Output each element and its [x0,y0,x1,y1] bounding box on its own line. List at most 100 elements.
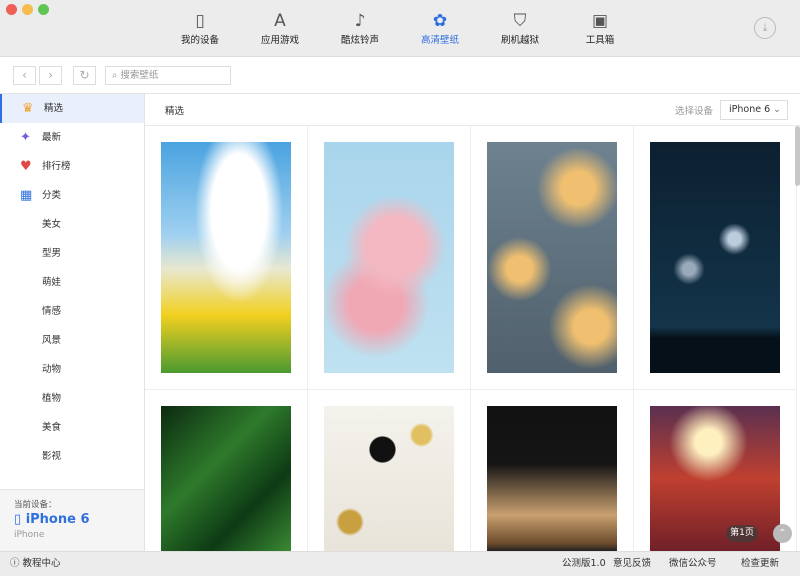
label: 最新 [42,132,62,143]
sidebar-item-emotion[interactable]: 情感 [0,297,144,326]
sidebar-item-men[interactable]: 型男 [0,239,144,268]
search-placeholder: 搜索壁纸 [120,70,159,81]
tab-label: 酷炫铃声 [340,35,379,46]
device-select[interactable]: iPhone 6 ⌄ [720,100,788,120]
wallpaper-thumbnail-captain-marvel[interactable] [650,406,780,551]
sidebar-item-food[interactable]: 美食 [0,413,144,442]
sidebar-item-plants[interactable]: 植物 [0,384,144,413]
label: 影视 [42,451,62,462]
sidebar-item-latest[interactable]: ✦ 最新 [0,123,144,152]
wallpaper-thumbnail-fireworks-night[interactable] [650,142,780,373]
wallpaper-thumbnail-louvre-night[interactable] [487,406,617,551]
search-input[interactable]: ⌕ 搜索壁纸 [105,66,231,85]
wallpaper-grid [145,126,797,551]
toolbox-icon: ▣ [591,11,609,31]
wallpaper-thumbnail-light-bulbs[interactable] [487,142,617,373]
wallpaper-cell[interactable] [471,126,634,390]
phone-icon: ▯ [14,512,26,527]
sidebar-item-kids[interactable]: 萌娃 [0,268,144,297]
help-label: 教程中心 [22,558,61,569]
nav-bar: ‹ › ↻ ⌕ 搜索壁纸 [0,57,800,94]
chevron-up-icon: ⌃ [778,528,787,539]
footer: ⓘ 教程中心 公测版1.0 意见反馈 微信公众号 检查更新 [0,551,800,576]
tab-apps[interactable]: A 应用游戏 [245,10,315,46]
wallpaper-cell[interactable] [634,126,797,390]
wallpaper-cell[interactable] [145,126,308,390]
label: 风景 [42,335,62,346]
page-badge: 第1页 [726,525,758,542]
wallpaper-cell[interactable] [471,390,634,551]
label: 美食 [42,422,62,433]
label: 分类 [42,190,62,201]
label: 萌娃 [42,277,62,288]
download-icon: ⤓ [762,21,768,34]
question-icon: ⓘ [10,558,23,569]
scroll-top-button[interactable]: ⌃ [773,524,792,543]
section-title: 精选 [165,106,185,117]
phone-icon: ▯ [195,11,205,31]
current-device: 当前设备： ▯ iPhone 6 iPhone [0,489,144,551]
main-content: 精选 选择设备 iPhone 6 ⌄ 第1页 ⌃ [145,94,800,551]
device-label: 当前设备： [14,500,57,510]
magic-wand-icon: ✦ [20,130,31,145]
wallpaper-cell[interactable] [634,390,797,551]
sidebar-item-movies[interactable]: 影视 [0,442,144,471]
tab-label: 刷机越狱 [500,35,539,46]
wallpaper-cell[interactable] [308,390,471,551]
sidebar-item-beauty[interactable]: 美女 [0,210,144,239]
wallpaper-thumbnail-girl-sunflowers[interactable] [161,142,291,373]
wallpaper-thumbnail-gold-desk[interactable] [324,406,454,551]
tab-wallpapers[interactable]: ✿ 高清壁纸 [405,10,475,46]
wallpaper-thumbnail-green-leaves[interactable] [161,406,291,551]
refresh-button[interactable]: ↻ [73,66,96,85]
device-select-value: iPhone 6 [729,104,771,115]
label: 情感 [42,306,62,317]
music-note-icon: ♪ [354,11,366,31]
content-header: 精选 选择设备 iPhone 6 ⌄ [145,94,800,126]
app-store-icon: A [274,11,286,31]
download-button[interactable]: ⤓ [754,17,776,39]
title-bar: ▯ 我的设备 A 应用游戏 ♪ 酷炫铃声 ✿ 高清壁纸 ⛉ 刷机越狱 ▣ 工具箱 ⤓ [0,0,800,57]
label: 精选 [44,103,64,114]
tab-my-device[interactable]: ▯ 我的设备 [165,10,235,46]
flower-icon: ✿ [432,11,448,31]
device-select-label: 选择设备 [675,106,714,117]
wallpaper-cell[interactable] [308,126,471,390]
minimize-button[interactable] [22,4,33,15]
version-label: 公测版1.0 [562,558,606,569]
chevron-down-icon: ⌄ [773,104,781,115]
label: 排行榜 [42,161,71,172]
tab-ringtones[interactable]: ♪ 酷炫铃声 [325,10,395,46]
sidebar-item-scenery[interactable]: 风景 [0,326,144,355]
zoom-button[interactable] [38,4,49,15]
scrollbar[interactable] [795,126,800,186]
sidebar-item-featured[interactable]: ♛ 精选 [0,94,144,123]
close-button[interactable] [6,4,17,15]
help-link[interactable]: ⓘ 教程中心 [10,552,61,576]
device-name: iPhone 6 [25,512,90,527]
tab-toolbox[interactable]: ▣ 工具箱 [565,10,635,46]
feedback-link[interactable]: 意见反馈 [613,552,651,576]
tab-label: 我的设备 [180,35,219,46]
wallpaper-thumbnail-pink-blossoms[interactable] [324,142,454,373]
sidebar-item-category[interactable]: ▦ 分类 [0,181,144,210]
label: 型男 [42,248,62,259]
tab-label: 工具箱 [585,35,615,46]
grid-icon: ▦ [20,188,33,203]
forward-button[interactable]: › [39,66,62,85]
wechat-link[interactable]: 微信公众号 [669,552,717,576]
label: 植物 [42,393,62,404]
wallpaper-cell[interactable] [145,390,308,551]
label: 美女 [42,219,62,230]
label: 动物 [42,364,62,375]
tab-jailbreak[interactable]: ⛉ 刷机越狱 [485,10,555,46]
tab-label: 应用游戏 [260,35,299,46]
sidebar-item-ranking[interactable]: ♥ 排行榜 [0,152,144,181]
shield-icon: ⛉ [513,11,527,31]
sidebar-item-animals[interactable]: 动物 [0,355,144,384]
device-type: iPhone [14,530,45,540]
check-update-link[interactable]: 检查更新 [741,552,779,576]
medal-icon: ♥ [20,159,32,174]
back-button[interactable]: ‹ [13,66,36,85]
tab-label: 高清壁纸 [420,35,459,46]
